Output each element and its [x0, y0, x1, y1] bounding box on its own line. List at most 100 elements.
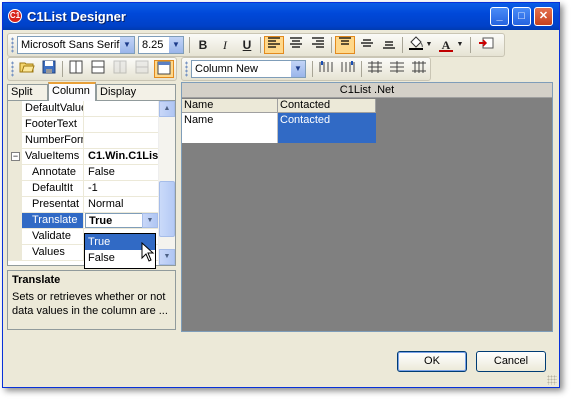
insert-column-right-icon[interactable] — [338, 60, 358, 78]
property-row[interactable]: Presentat Normal — [8, 197, 158, 213]
cancel-button[interactable]: Cancel — [476, 351, 546, 372]
property-name: FooterText — [22, 117, 84, 132]
split-horizontal-icon[interactable] — [66, 60, 86, 78]
split-vertical-icon[interactable] — [88, 60, 108, 78]
grid-view-icon[interactable] — [154, 60, 174, 78]
minimize-button[interactable]: _ — [490, 7, 509, 26]
underline-button[interactable]: U — [237, 36, 257, 54]
list-preview: C1List .Net Name Contacted Name Contacte… — [181, 82, 553, 332]
separator — [260, 37, 261, 53]
property-name: Annotate — [22, 165, 84, 180]
scroll-down-icon[interactable]: ▼ — [159, 249, 175, 265]
property-row[interactable]: DefaultValue — [8, 101, 158, 117]
property-value[interactable]: -1 — [85, 181, 158, 196]
tab-split[interactable]: Split — [7, 84, 48, 100]
property-name: Presentat — [22, 197, 84, 212]
separator — [312, 61, 313, 77]
font-size-combo[interactable]: 8.25 ▼ — [138, 36, 184, 54]
property-name: Values — [22, 245, 84, 260]
list-cell-selected[interactable]: Contacted — [278, 113, 376, 143]
property-value[interactable] — [85, 117, 158, 132]
ok-button[interactable]: OK — [397, 351, 467, 372]
property-name: NumberForm — [22, 133, 84, 148]
chevron-down-icon[interactable]: ▼ — [291, 61, 305, 77]
list-caption: C1List .Net — [182, 83, 552, 98]
property-row[interactable]: NumberForm — [8, 133, 158, 149]
grid-rows-icon[interactable] — [387, 60, 407, 78]
property-name: ValueItems — [22, 149, 84, 164]
column-toolbar: Column New ▼ — [181, 57, 431, 81]
separator — [189, 37, 190, 53]
maximize-button[interactable]: □ — [512, 7, 531, 26]
close-button[interactable]: ✕ — [534, 7, 553, 26]
tab-display-column[interactable]: Display Column — [96, 84, 176, 113]
scroll-up-icon[interactable]: ▲ — [159, 101, 175, 117]
separator — [470, 37, 471, 53]
property-name: Validate — [22, 229, 84, 244]
font-name-value: Microsoft Sans Serif — [21, 39, 120, 51]
fill-color-icon[interactable] — [406, 36, 426, 54]
app-icon: C1 — [8, 9, 22, 23]
align-center-icon[interactable] — [286, 36, 306, 54]
property-row[interactable]: DefaultIt -1 — [8, 181, 158, 197]
open-folder-icon[interactable] — [17, 60, 37, 78]
property-name: DefaultValue — [22, 101, 84, 116]
chevron-down-icon[interactable]: ▼ — [424, 36, 434, 54]
column-select-combo[interactable]: Column New ▼ — [191, 60, 306, 78]
toolbar-grip[interactable] — [11, 37, 14, 53]
separator — [361, 61, 362, 77]
chevron-down-icon[interactable]: ▼ — [169, 37, 183, 53]
format-toolbar: Microsoft Sans Serif ▼ 8.25 ▼ B I U ▼ A … — [7, 33, 505, 57]
valign-bottom-icon[interactable] — [379, 36, 399, 54]
font-name-combo[interactable]: Microsoft Sans Serif ▼ — [17, 36, 135, 54]
property-description: Translate Sets or retrieves whether or n… — [7, 270, 176, 330]
window-title: C1List Designer — [27, 9, 126, 24]
description-text: Sets or retrieves whether or not data va… — [12, 291, 168, 317]
toolbar-grip[interactable] — [185, 61, 188, 77]
list-cell[interactable]: Name — [182, 113, 278, 143]
align-right-icon[interactable] — [308, 36, 328, 54]
separator — [331, 37, 332, 53]
separator — [62, 61, 63, 77]
property-row[interactable]: FooterText — [8, 117, 158, 133]
property-value[interactable]: False — [85, 165, 158, 180]
remove-split-icon[interactable] — [110, 60, 130, 78]
font-color-icon[interactable]: A — [436, 36, 456, 54]
tab-column[interactable]: Column — [48, 82, 96, 101]
remove-split-v-icon[interactable] — [132, 60, 152, 78]
chevron-down-icon[interactable]: ▼ — [455, 36, 465, 54]
property-row[interactable]: Annotate False — [8, 165, 158, 181]
toolbar-grip[interactable] — [11, 61, 14, 77]
grid-cols-icon[interactable] — [409, 60, 429, 78]
property-row[interactable]: − ValueItems C1.Win.C1Lis — [8, 149, 158, 165]
bold-button[interactable]: B — [193, 36, 213, 54]
mouse-cursor-icon — [141, 241, 155, 265]
property-scrollbar[interactable]: ▲ ▼ — [158, 101, 175, 265]
resize-grip[interactable] — [547, 375, 557, 385]
designer-window: C1 C1List Designer _ □ ✕ Microsoft Sans … — [2, 2, 560, 388]
column-header-name[interactable]: Name — [182, 99, 278, 113]
grid-lines-icon[interactable] — [365, 60, 385, 78]
separator — [402, 37, 403, 53]
chevron-down-icon[interactable]: ▼ — [142, 213, 158, 228]
insert-column-icon[interactable] — [476, 36, 496, 54]
property-value[interactable]: C1.Win.C1Lis — [85, 149, 158, 164]
font-size-value: 8.25 — [142, 39, 164, 51]
italic-button[interactable]: I — [215, 36, 235, 54]
description-title: Translate — [12, 274, 61, 286]
property-row-selected[interactable]: Translate True ▼ — [8, 213, 158, 229]
property-value[interactable]: Normal — [85, 197, 158, 212]
column-select-value: Column New — [195, 63, 258, 75]
property-value[interactable] — [85, 101, 158, 116]
save-icon[interactable] — [39, 60, 59, 78]
chevron-down-icon[interactable]: ▼ — [120, 37, 134, 53]
align-left-icon[interactable] — [264, 36, 284, 54]
valign-top-icon[interactable] — [335, 36, 355, 54]
scroll-thumb[interactable] — [159, 181, 175, 237]
valign-middle-icon[interactable] — [357, 36, 377, 54]
collapse-icon[interactable]: − — [11, 152, 20, 161]
property-name: DefaultIt — [22, 181, 84, 196]
column-header-contacted[interactable]: Contacted — [278, 99, 376, 113]
property-value[interactable] — [85, 133, 158, 148]
insert-column-left-icon[interactable] — [316, 60, 336, 78]
